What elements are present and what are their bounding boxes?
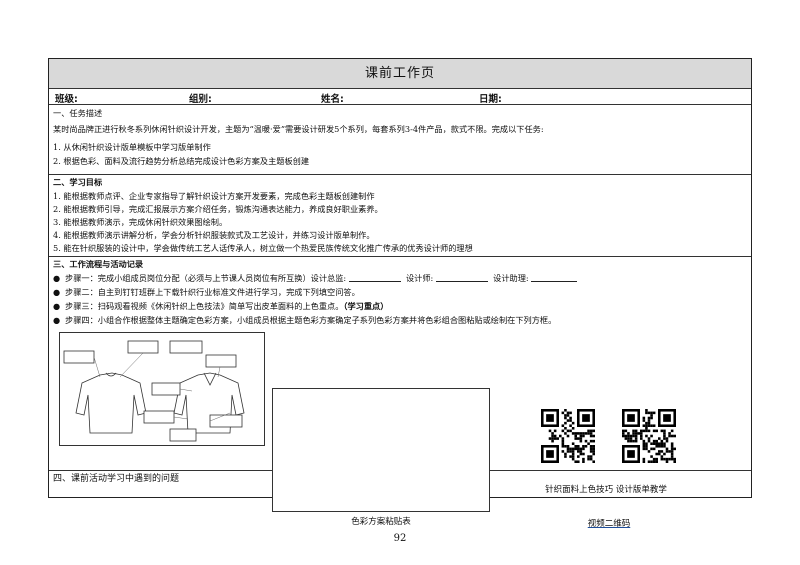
process-section: 三、工作流程与活动记录 ● 步骤一：完成小组成员岗位分配（必须与上节课人员岗位有所… — [49, 257, 751, 529]
qr-code-icon[interactable] — [622, 409, 676, 463]
director-blank[interactable] — [348, 272, 401, 282]
process-step-3: ● 步骤三：扫码观看视频《休闲针织上色技法》简单写出皮革面料的上色重点。（学习重点… — [53, 301, 389, 311]
process-step-1: ● 步骤一：完成小组成员岗位分配（必须与上节课人员岗位有所互换）设计总监: 设计师… — [53, 272, 578, 285]
video-qr-caption: 视频二维码 — [587, 519, 631, 529]
process-step-2: ● 步骤二：自主到钉钉班群上下载针织行业标准文件进行学习，完成下列填空问答。 — [53, 287, 360, 297]
page-number: 92 — [393, 533, 407, 544]
goal-item-5: 5. 能在针织服装的设计中，学会做传统工艺人话传承人，树立做一个热爱民族传统文化… — [53, 243, 473, 253]
qr-code-icon[interactable] — [541, 409, 595, 463]
garment-sketch — [59, 332, 265, 446]
goal-item-4: 4. 能根据教师演示讲解分析，学会分析针织服装款式及工艺设计，并练习设计版单制作… — [53, 230, 375, 240]
bullet-icon: ● — [53, 301, 61, 311]
goal-item-2: 2. 能根据教师引导，完成汇报展示方案介绍任务，锻炼沟通表达能力，养成良好职业素… — [53, 204, 383, 214]
sweater-flat-sketch-icon — [63, 340, 245, 442]
goal-item-1: 1. 能根据教师点评、企业专家指导了解针织设计方案开发要素，完成色彩主题板创建制… — [53, 191, 375, 201]
process-step-4: ● 步骤四：小组合作根据整体主题确定色彩方案，小组成员根据主题色彩方案确定子系列色… — [53, 315, 557, 325]
problems-heading: 四、课前活动学习中遇到的问题 — [53, 474, 180, 484]
process-heading: 三、工作流程与活动记录 — [53, 259, 144, 269]
page-title: 课前工作页 — [364, 66, 435, 81]
info-row: 班级: 组别: 姓名: 日期: — [49, 89, 751, 105]
goals-section: 二、学习目标 1. 能根据教师点评、企业专家指导了解针织设计方案开发要素，完成色… — [49, 175, 751, 257]
worksheet-table: 课前工作页 班级: 组别: 姓名: 日期: 一、任务描述 某时尚品牌正进行秋冬系… — [48, 58, 752, 529]
goals-heading: 二、学习目标 — [53, 177, 103, 187]
task-description: 某时尚品牌正进行秋冬系列休闲针织设计开发，主题为“温暖·爱”需要设计研发5个系列… — [53, 124, 544, 134]
color-scheme-caption: 色彩方案粘贴表 — [351, 517, 411, 527]
color-scheme-box[interactable] — [272, 388, 490, 512]
class-label: 班级: — [55, 94, 78, 105]
date-label: 日期: — [479, 94, 502, 105]
name-label: 姓名: — [321, 94, 344, 105]
bullet-icon: ● — [53, 273, 61, 283]
task-item-1: 1. 从休闲针织设计版单模板中学习版单制作 — [53, 142, 211, 152]
bullet-icon: ● — [53, 287, 61, 297]
task-heading: 一、任务描述 — [53, 108, 103, 118]
title-row: 课前工作页 — [49, 59, 751, 89]
goal-item-3: 3. 能根据教师演示，完成休闲针织效果图绘制。 — [53, 217, 228, 227]
task-section: 一、任务描述 某时尚品牌正进行秋冬系列休闲针织设计开发，主题为“温暖·爱”需要设… — [49, 105, 751, 175]
group-label: 组别: — [189, 94, 212, 105]
qr-caption: 针织面料上色技巧 设计版单教学 — [545, 485, 667, 495]
task-item-2: 2. 根据色彩、面料及流行趋势分析总结完成设计色彩方案及主题板创建 — [53, 156, 310, 166]
assistant-blank[interactable] — [531, 272, 578, 282]
bullet-icon: ● — [53, 315, 61, 325]
designer-blank[interactable] — [435, 272, 488, 282]
